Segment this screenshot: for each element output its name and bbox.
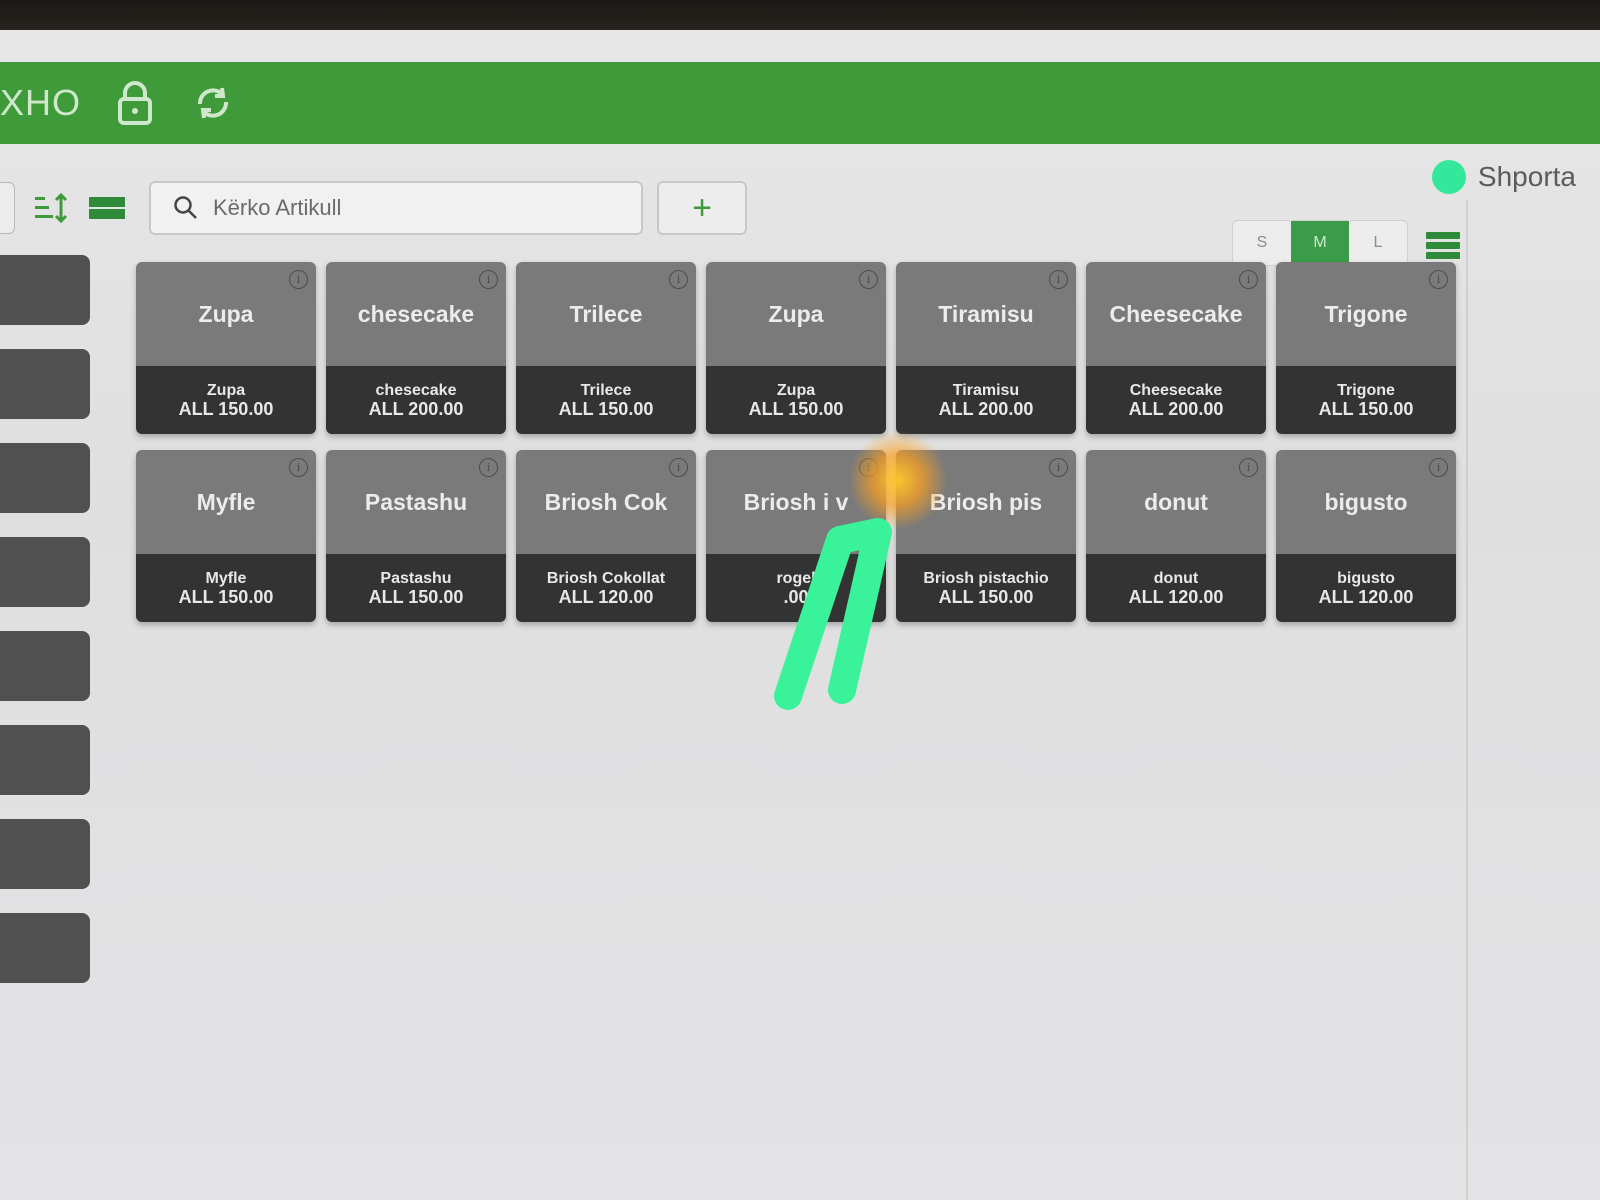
- category-item[interactable]: [0, 537, 90, 607]
- category-item[interactable]: [0, 819, 90, 889]
- product-name: Trigone: [1337, 382, 1395, 399]
- layout-icon[interactable]: [85, 186, 129, 230]
- cart-button[interactable]: Shporta: [1431, 160, 1576, 194]
- category-item[interactable]: [0, 255, 90, 325]
- cart-panel-divider: [1466, 200, 1468, 1200]
- size-s-button[interactable]: S: [1233, 221, 1291, 265]
- product-price: .00: [783, 587, 809, 607]
- product-price: ALL 150.00: [178, 587, 274, 607]
- info-icon[interactable]: i: [1049, 458, 1068, 477]
- product-price: ALL 150.00: [748, 399, 844, 419]
- product-price: ALL 150.00: [178, 399, 274, 419]
- product-tile[interactable]: Zupa Zupa ALL 150.00 i: [706, 262, 886, 434]
- product-name: Tiramisu: [952, 382, 1020, 399]
- cart-label: Shporta: [1477, 161, 1576, 192]
- top-bar: XHO: [0, 62, 1600, 144]
- info-icon[interactable]: i: [289, 458, 308, 477]
- product-price: ALL 120.00: [1128, 587, 1224, 607]
- product-price: ALL 200.00: [938, 399, 1034, 419]
- add-item-button[interactable]: +: [657, 181, 747, 235]
- info-icon[interactable]: i: [859, 458, 878, 477]
- category-item[interactable]: [0, 443, 90, 513]
- product-price: ALL 150.00: [558, 399, 654, 419]
- sidebar-toggle-button[interactable]: [0, 182, 15, 234]
- size-l-button[interactable]: L: [1349, 221, 1407, 265]
- product-tile[interactable]: Briosh pis Briosh pistachio ALL 150.00 i: [896, 450, 1076, 622]
- sync-icon[interactable]: [189, 79, 237, 127]
- product-name: Briosh pistachio: [923, 570, 1049, 587]
- product-grid: Zupa Zupa ALL 150.00 i chesecake chesecak…: [136, 262, 1466, 622]
- sort-icon[interactable]: [29, 186, 73, 230]
- product-tile[interactable]: Briosh i v rogel .00 i: [706, 450, 886, 622]
- product-name: chesecake: [375, 382, 457, 399]
- product-price: ALL 150.00: [368, 587, 464, 607]
- app-name: XHO: [0, 82, 82, 123]
- tile-size-selector: S M L: [1232, 220, 1408, 266]
- info-icon[interactable]: i: [479, 270, 498, 289]
- list-view-icon[interactable]: [1426, 232, 1460, 262]
- product-tile[interactable]: Trilece Trilece ALL 150.00 i: [516, 262, 696, 434]
- product-name: Cheesecake: [1129, 382, 1223, 399]
- cart-status-dot: [1431, 160, 1466, 194]
- info-icon[interactable]: i: [669, 270, 688, 289]
- category-item[interactable]: [0, 631, 90, 701]
- product-tile[interactable]: Myfle Myfle ALL 150.00 i: [136, 450, 316, 622]
- category-item[interactable]: [0, 349, 90, 419]
- info-icon[interactable]: i: [1239, 270, 1258, 289]
- info-icon[interactable]: i: [859, 270, 878, 289]
- product-name: Zupa: [206, 382, 246, 399]
- category-item[interactable]: [0, 913, 90, 983]
- product-name: Myfle: [205, 570, 247, 587]
- product-tile[interactable]: Briosh Cok Briosh Cokollat ALL 120.00 i: [516, 450, 696, 622]
- product-name: Zupa: [776, 382, 816, 399]
- info-icon[interactable]: i: [289, 270, 308, 289]
- toolbar: +: [0, 178, 747, 238]
- lock-icon[interactable]: [111, 79, 159, 127]
- search-input[interactable]: [211, 194, 635, 222]
- info-icon[interactable]: i: [1239, 458, 1258, 477]
- product-price: ALL 150.00: [1318, 399, 1414, 419]
- product-price: ALL 150.00: [938, 587, 1034, 607]
- size-m-button[interactable]: M: [1291, 221, 1349, 265]
- product-tile[interactable]: Zupa Zupa ALL 150.00 i: [136, 262, 316, 434]
- product-name: bigusto: [1337, 570, 1395, 587]
- info-icon[interactable]: i: [1429, 270, 1448, 289]
- info-icon[interactable]: i: [1049, 270, 1068, 289]
- product-name: Briosh Cokollat: [546, 570, 666, 587]
- info-icon[interactable]: i: [1429, 458, 1448, 477]
- search-field[interactable]: [149, 181, 643, 235]
- category-item[interactable]: [0, 725, 90, 795]
- product-name: Trilece: [580, 382, 632, 399]
- product-price: ALL 120.00: [558, 587, 654, 607]
- product-tile[interactable]: Pastashu Pastashu ALL 150.00 i: [326, 450, 506, 622]
- product-tile[interactable]: Cheesecake Cheesecake ALL 200.00 i: [1086, 262, 1266, 434]
- search-icon: [173, 195, 199, 221]
- product-price: ALL 120.00: [1318, 587, 1414, 607]
- product-tile[interactable]: bigusto bigusto ALL 120.00 i: [1276, 450, 1456, 622]
- product-tile[interactable]: donut donut ALL 120.00 i: [1086, 450, 1266, 622]
- product-tile[interactable]: Trigone Trigone ALL 150.00 i: [1276, 262, 1456, 434]
- product-name: rogel: [776, 570, 816, 587]
- product-name: Pastashu: [380, 570, 452, 587]
- product-name: donut: [1153, 570, 1199, 587]
- product-tile[interactable]: Tiramisu Tiramisu ALL 200.00 i: [896, 262, 1076, 434]
- category-sidebar: [0, 255, 90, 1007]
- product-tile[interactable]: chesecake chesecake ALL 200.00 i: [326, 262, 506, 434]
- info-icon[interactable]: i: [669, 458, 688, 477]
- product-price: ALL 200.00: [368, 399, 464, 419]
- product-price: ALL 200.00: [1128, 399, 1224, 419]
- info-icon[interactable]: i: [479, 458, 498, 477]
